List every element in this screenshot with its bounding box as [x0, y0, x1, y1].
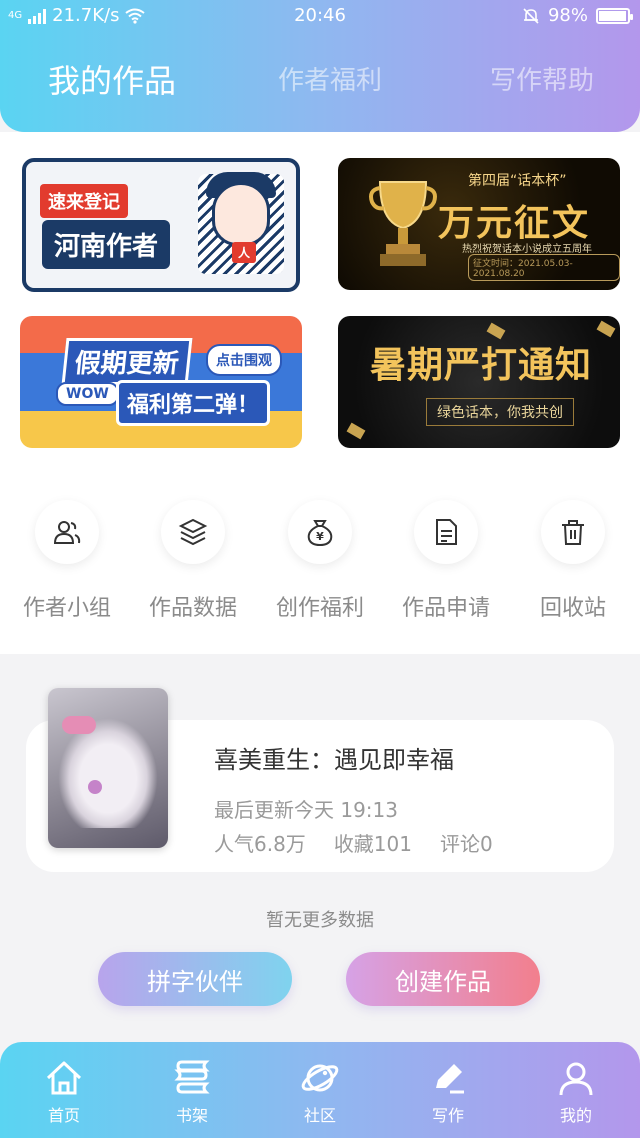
grid-item-work-data[interactable]: 作品数据: [133, 500, 253, 622]
tab-my-works[interactable]: 我的作品: [48, 56, 176, 102]
work-stats: 人气6.8万 收藏101 评论0: [214, 828, 493, 857]
grid-item-creation-benefits[interactable]: ¥ 创作福利: [260, 500, 380, 622]
cover-illustration: [58, 718, 158, 828]
planet-icon: [301, 1064, 339, 1092]
trash-icon: [562, 520, 584, 545]
banner-description: 热烈祝贺话本小说成立五周年: [462, 244, 592, 255]
nav-community[interactable]: 社区: [270, 1056, 370, 1126]
nav-label: 我的: [559, 1106, 592, 1125]
pen-icon: [436, 1064, 464, 1094]
banner-section: 速来登记 河南作者 人 第四届“话本杯” 万元征文 热烈祝贺话本小说成立五周年 …: [0, 132, 640, 472]
grid-item-label: 创作福利: [275, 596, 364, 621]
nav-write[interactable]: 写作: [398, 1056, 498, 1126]
my-works-area: 喜美重生：遇见即幸福 最后更新今天 19:13 人气6.8万 收藏101 评论0…: [0, 654, 640, 1042]
banner-title: 河南作者: [42, 220, 171, 269]
banner-date: 征文时间：2021.05.03-2021.08.20: [468, 254, 620, 281]
trophy-icon: [369, 181, 437, 266]
banner-title: 万元征文: [438, 203, 591, 244]
grid-icon-circle: ¥: [288, 500, 352, 564]
grid-item-label: 作者小组: [22, 596, 111, 621]
money-bag-icon: ¥: [307, 520, 333, 547]
banner-subtitle: 绿色话本，你我共创: [426, 398, 574, 426]
writing-partner-button[interactable]: 拼字伙伴: [98, 952, 292, 1006]
bookshelf-icon: [174, 1060, 210, 1094]
create-work-button[interactable]: 创建作品: [346, 952, 540, 1006]
grid-item-recycle-bin[interactable]: 回收站: [513, 500, 633, 622]
tab-bar: 我的作品 作者福利 写作帮助: [0, 60, 640, 120]
banner-subtitle: 福利第二弹！: [116, 380, 271, 426]
svg-text:¥: ¥: [316, 530, 324, 543]
illustration-face: [212, 182, 270, 246]
nav-home[interactable]: 首页: [14, 1056, 114, 1126]
feature-grid: 作者小组 作品数据 ¥ 创作福利 作品申请 回收站: [0, 472, 640, 654]
nav-label: 写作: [431, 1106, 464, 1125]
banner-henan-authors[interactable]: 速来登记 河南作者 人: [22, 158, 300, 292]
grid-item-author-group[interactable]: 作者小组: [7, 500, 127, 622]
grid-item-label: 作品数据: [148, 596, 237, 621]
mute-bell-icon: [523, 7, 539, 24]
layers-icon: [178, 518, 208, 546]
home-icon: [46, 1061, 82, 1095]
banner-title: 假期更新: [61, 338, 193, 385]
nav-label: 首页: [47, 1106, 80, 1125]
users-icon: [53, 521, 81, 544]
nav-label: 书架: [175, 1106, 208, 1125]
banner-holiday-update[interactable]: 假期更新 点击围观 WOW 福利第二弹！: [20, 316, 302, 448]
header: 4G 21.7K/s 20:46 98% 我的作品 作者福利 写作帮助: [0, 0, 640, 132]
cover-eye: [88, 780, 102, 794]
tab-author-benefits[interactable]: 作者福利: [278, 60, 382, 97]
grid-item-label: 回收站: [539, 596, 606, 621]
work-cover-image[interactable]: [48, 688, 168, 848]
banner-chip: 速来登记: [40, 184, 128, 218]
grid-icon-circle: [541, 500, 605, 564]
no-more-data-text: 暂无更多数据: [266, 910, 374, 931]
grid-icon-circle: [35, 500, 99, 564]
gold-flake-decoration: [346, 422, 366, 440]
banner-wow-tag: WOW: [56, 382, 119, 406]
cover-bow: [62, 716, 96, 734]
tab-writing-help[interactable]: 写作帮助: [490, 60, 594, 97]
work-comments: 评论0: [440, 832, 493, 856]
banner-subtitle: 第四届“话本杯”: [468, 173, 567, 189]
work-favorites: 收藏101: [333, 832, 412, 856]
grid-item-work-application[interactable]: 作品申请: [386, 500, 506, 622]
battery-icon: [596, 7, 633, 24]
illustration-badge: 人: [231, 242, 256, 263]
bottom-nav: 首页 书架 社区 写作 我的: [0, 1042, 640, 1138]
banner-chip: 点击围观: [206, 344, 282, 376]
banner-essay-contest[interactable]: 第四届“话本杯” 万元征文 热烈祝贺话本小说成立五周年 征文时间：2021.05…: [338, 158, 620, 290]
battery-percent: 98%: [547, 5, 588, 26]
work-last-updated: 最后更新今天 19:13: [214, 798, 398, 822]
work-popularity: 人气6.8万: [214, 832, 306, 856]
gold-flake-decoration: [596, 320, 616, 338]
banner-summer-notice[interactable]: 暑期严打通知 绿色话本，你我共创: [338, 316, 620, 448]
banner-title: 暑期严打通知: [370, 345, 593, 386]
grid-icon-circle: [161, 500, 225, 564]
nav-bookshelf[interactable]: 书架: [142, 1056, 242, 1126]
status-bar: 4G 21.7K/s 20:46 98%: [0, 0, 640, 32]
grid-icon-circle: [414, 500, 478, 564]
document-icon: [436, 519, 457, 545]
grid-item-label: 作品申请: [401, 596, 490, 621]
user-icon: [559, 1062, 593, 1096]
nav-label: 社区: [303, 1106, 336, 1125]
work-title: 喜美重生：遇见即幸福: [214, 746, 454, 774]
nav-profile[interactable]: 我的: [526, 1056, 626, 1126]
